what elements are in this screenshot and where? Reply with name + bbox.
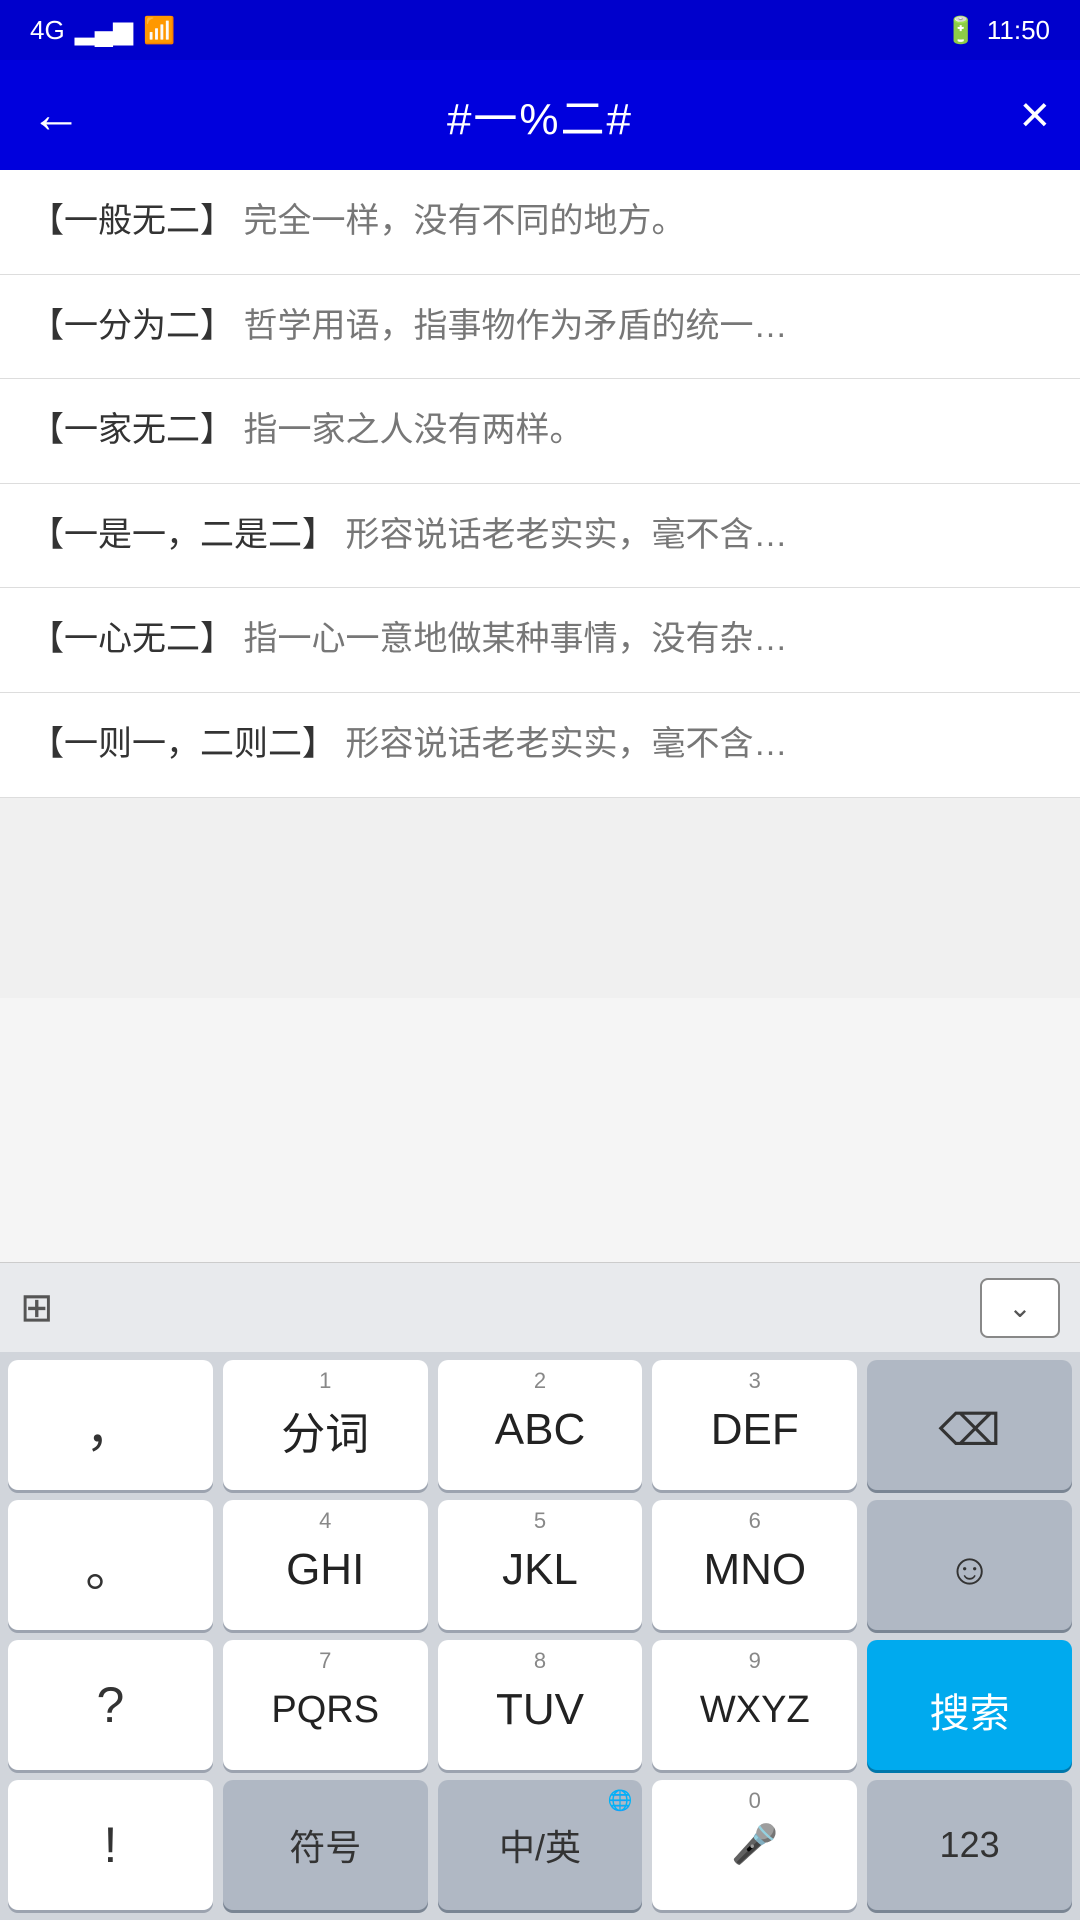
key-jkl[interactable]: 5 JKL	[438, 1500, 643, 1630]
key-row-3-4: ? ! 7 PQRS 符号 8 TUV	[8, 1640, 1072, 1910]
signal-icon: ▂▄▆	[75, 15, 133, 46]
abc-label: ABC	[495, 1405, 585, 1455]
col-tuv: 8 TUV 🌐 中/英	[438, 1640, 643, 1910]
key-tuv[interactable]: 8 TUV	[438, 1640, 643, 1770]
result-keyword-5: 【一心无二】	[30, 620, 234, 658]
col-right: 搜索 123	[867, 1640, 1072, 1910]
col-wxyz: 9 WXYZ 0 🎤	[652, 1640, 857, 1910]
key-def[interactable]: 3 DEF	[652, 1360, 857, 1490]
key-ghi[interactable]: 4 GHI	[223, 1500, 428, 1630]
key-lang[interactable]: 🌐 中/英	[438, 1780, 643, 1910]
result-keyword-4: 【一是一，二是二】	[30, 516, 336, 554]
key-num-7: 7	[223, 1648, 428, 1674]
key-period[interactable]: 。	[8, 1500, 213, 1630]
key-emoji[interactable]: ☺	[867, 1500, 1072, 1630]
key-symbol[interactable]: 符号	[223, 1780, 428, 1910]
result-definition-3: 指一家之人没有两样。	[243, 411, 583, 449]
key-wxyz[interactable]: 9 WXYZ	[652, 1640, 857, 1770]
key-question[interactable]: ?	[8, 1640, 213, 1770]
result-definition-4: 形容说话老老实实，毫不含…	[345, 516, 787, 554]
key-num-5: 5	[438, 1508, 643, 1534]
result-item-6[interactable]: 【一则一，二则二】 形容说话老老实实，毫不含…	[0, 693, 1080, 798]
time-label: 11:50	[987, 15, 1050, 46]
top-bar: ← #一%二# ×	[0, 60, 1080, 170]
key-num-2: 2	[438, 1368, 643, 1394]
period-label: 。	[85, 1529, 135, 1601]
symbol-label: 符号	[289, 1819, 361, 1871]
result-item-5[interactable]: 【一心无二】 指一心一意地做某种事情，没有杂…	[0, 588, 1080, 693]
key-abc[interactable]: 2 ABC	[438, 1360, 643, 1490]
back-button[interactable]: ←	[30, 85, 110, 145]
result-keyword-1: 【一般无二】	[30, 202, 234, 240]
fenci-label: 分词	[281, 1398, 369, 1462]
backspace-icon: ⌫	[938, 1405, 1000, 1456]
key-123[interactable]: 123	[867, 1780, 1072, 1910]
key-num-8: 8	[438, 1648, 643, 1674]
close-button[interactable]: ×	[970, 85, 1050, 145]
empty-content-area	[0, 798, 1080, 998]
result-item-4[interactable]: 【一是一，二是二】 形容说话老老实实，毫不含…	[0, 484, 1080, 589]
key-zero-mic[interactable]: 0 🎤	[652, 1780, 857, 1910]
search-label-top: 搜索	[930, 1681, 1010, 1739]
key-mno[interactable]: 6 MNO	[652, 1500, 857, 1630]
search-title: #一%二#	[110, 83, 970, 147]
mno-label: MNO	[703, 1545, 806, 1595]
globe-icon: 🌐	[607, 1788, 632, 1813]
key-num-0: 0	[652, 1788, 857, 1814]
key-backspace[interactable]: ⌫	[867, 1360, 1072, 1490]
key-pqrs[interactable]: 7 PQRS	[223, 1640, 428, 1770]
question-label: ?	[96, 1676, 124, 1734]
key-num-6: 6	[652, 1508, 857, 1534]
result-definition-1: 完全一样，没有不同的地方。	[243, 202, 685, 240]
key-num-9: 9	[652, 1648, 857, 1674]
collapse-keyboard-button[interactable]: ⌄	[980, 1278, 1060, 1338]
result-keyword-3: 【一家无二】	[30, 411, 234, 449]
col-pqrs: 7 PQRS 符号	[223, 1640, 428, 1910]
result-keyword-6: 【一则一，二则二】	[30, 725, 336, 763]
status-left: 4G ▂▄▆ 📶	[30, 15, 175, 46]
collapse-icon: ⌄	[1008, 1291, 1031, 1324]
status-bar: 4G ▂▄▆ 📶 🔋 11:50	[0, 0, 1080, 60]
result-item-2[interactable]: 【一分为二】 哲学用语，指事物作为矛盾的统一…	[0, 275, 1080, 380]
key-num-1: 1	[223, 1368, 428, 1394]
key-exclaim[interactable]: !	[8, 1780, 213, 1910]
result-item-1[interactable]: 【一般无二】 完全一样，没有不同的地方。	[0, 170, 1080, 275]
result-keyword-2: 【一分为二】	[30, 307, 234, 345]
status-right: 🔋 11:50	[944, 15, 1050, 46]
lang-label: 中/英	[499, 1819, 581, 1871]
result-definition-5: 指一心一意地做某种事情，没有杂…	[243, 620, 787, 658]
jkl-label: JKL	[502, 1545, 578, 1595]
network-label: 4G	[30, 15, 65, 46]
mic-icon: 🎤	[731, 1823, 778, 1867]
emoji-icon: ☺	[947, 1545, 992, 1595]
result-definition-2: 哲学用语，指事物作为矛盾的统一…	[243, 307, 787, 345]
comma-label: ，	[85, 1389, 135, 1461]
num-toggle-label: 123	[940, 1824, 1000, 1866]
key-search-top[interactable]: 搜索	[867, 1640, 1072, 1770]
key-num-3: 3	[652, 1368, 857, 1394]
exclaim-label: !	[103, 1816, 117, 1874]
wxyz-label: WXYZ	[700, 1689, 810, 1732]
pqrs-label: PQRS	[271, 1689, 379, 1732]
result-definition-6: 形容说话老老实实，毫不含…	[345, 725, 787, 763]
keyboard-container: ⊞ ⌄ ， 1 分词 2 ABC 3 DEF ⌫	[0, 1262, 1080, 1920]
def-label: DEF	[711, 1405, 799, 1455]
key-num-4: 4	[223, 1508, 428, 1534]
keyboard-keys: ， 1 分词 2 ABC 3 DEF ⌫ 。 4	[0, 1352, 1080, 1920]
keyboard-toolbar: ⊞ ⌄	[0, 1262, 1080, 1352]
key-row-1: ， 1 分词 2 ABC 3 DEF ⌫	[8, 1360, 1072, 1490]
battery-icon: 🔋	[944, 15, 976, 46]
punct-column: ? !	[8, 1640, 213, 1910]
tuv-label: TUV	[496, 1685, 584, 1735]
key-comma[interactable]: ，	[8, 1360, 213, 1490]
results-list: 【一般无二】 完全一样，没有不同的地方。 【一分为二】 哲学用语，指事物作为矛盾…	[0, 170, 1080, 1262]
wifi-icon: 📶	[143, 15, 175, 46]
key-row-2: 。 4 GHI 5 JKL 6 MNO ☺	[8, 1500, 1072, 1630]
result-item-3[interactable]: 【一家无二】 指一家之人没有两样。	[0, 379, 1080, 484]
key-fenci[interactable]: 1 分词	[223, 1360, 428, 1490]
grid-icon[interactable]: ⊞	[20, 1285, 54, 1331]
ghi-label: GHI	[286, 1545, 364, 1595]
